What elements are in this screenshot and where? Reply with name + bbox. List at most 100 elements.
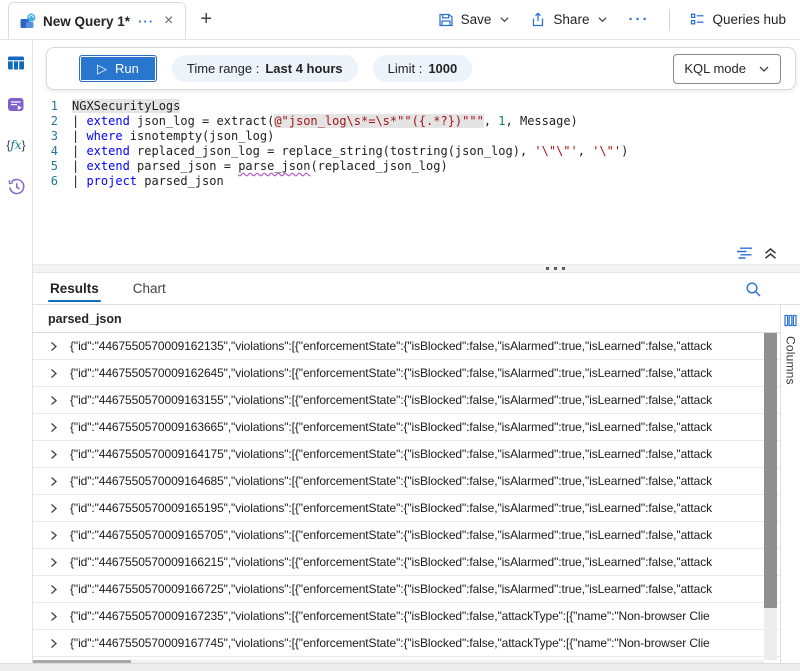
chevron-right-icon[interactable] (48, 476, 59, 487)
vertical-scrollbar-thumb[interactable] (764, 333, 777, 608)
history-clock-icon (7, 177, 26, 196)
table-row[interactable]: {"id":"4467550570009167235","violations"… (33, 603, 780, 630)
table-icon (7, 55, 25, 71)
table-row[interactable]: {"id":"4467550570009162645","violations"… (33, 360, 780, 387)
row-json-text: {"id":"4467550570009167745","violations"… (70, 636, 710, 650)
search-icon[interactable] (745, 281, 762, 298)
row-json-text: {"id":"4467550570009162645","violations"… (70, 366, 712, 380)
columns-side-panel[interactable]: Columns (780, 305, 800, 671)
queries-hub-icon (690, 12, 705, 27)
chevron-right-icon[interactable] (48, 395, 59, 406)
code-text: | extend replaced_json_log = replace_str… (72, 144, 628, 159)
table-row[interactable]: {"id":"4467550570009167745","violations"… (33, 630, 780, 657)
line-number: 1 (33, 99, 72, 114)
chevron-right-icon[interactable] (48, 368, 59, 379)
columns-panel-label: Columns (784, 336, 798, 385)
play-icon: ▷ (97, 61, 107, 77)
app-body: {fx} ▷ Run Time range : Last 4 hours (0, 40, 800, 671)
tab-chart[interactable]: Chart (131, 277, 168, 304)
sidebar-functions-button[interactable]: {fx} (6, 135, 26, 155)
panel-splitter-handle[interactable] (33, 264, 800, 273)
vertical-scrollbar[interactable] (764, 333, 777, 660)
tab-close-icon[interactable]: × (162, 13, 175, 29)
table-row[interactable]: {"id":"4467550570009165195","violations"… (33, 495, 780, 522)
chevron-right-icon[interactable] (48, 557, 59, 568)
table-row[interactable]: {"id":"4467550570009166215","violations"… (33, 549, 780, 576)
editor-line: 6 | project parsed_json (33, 174, 800, 189)
top-actions: Save Share ··· (438, 0, 800, 39)
save-chevron-down-icon (499, 14, 510, 25)
query-mode-value: KQL mode (684, 61, 746, 76)
mode-chevron-down-icon (758, 63, 770, 75)
new-tab-button[interactable]: + (186, 0, 226, 39)
time-range-label: Time range : (187, 61, 260, 76)
share-chevron-down-icon (597, 14, 608, 25)
editor-line: 1 NGXSecurityLogs (33, 99, 800, 114)
column-header-parsed-json[interactable]: parsed_json (33, 305, 780, 333)
chevron-right-icon[interactable] (48, 449, 59, 460)
share-icon (530, 12, 546, 28)
row-json-text: {"id":"4467550570009162135","violations"… (70, 339, 712, 353)
limit-value: 1000 (428, 61, 457, 76)
query-tab[interactable]: New Query 1* ··· × (8, 2, 186, 39)
time-range-value: Last 4 hours (265, 61, 342, 76)
editor-line: 4 | extend replaced_json_log = replace_s… (33, 144, 800, 159)
row-json-text: {"id":"4467550570009164685","violations"… (70, 474, 712, 488)
time-range-pill[interactable]: Time range : Last 4 hours (172, 55, 358, 82)
more-actions-button[interactable]: ··· (628, 11, 649, 28)
line-number: 2 (33, 114, 72, 129)
row-json-text: {"id":"4467550570009163155","violations"… (70, 393, 712, 407)
results-body: parsed_json {"id":"4467550570009162135",… (33, 304, 800, 671)
query-summary-icon[interactable] (736, 246, 753, 261)
row-json-text: {"id":"4467550570009167235","violations"… (70, 609, 710, 623)
row-json-text: {"id":"4467550570009166215","violations"… (70, 555, 712, 569)
chevron-right-icon[interactable] (48, 611, 59, 622)
chevron-right-icon[interactable] (48, 422, 59, 433)
limit-label: Limit : (388, 61, 423, 76)
tab-results[interactable]: Results (48, 277, 101, 304)
chevron-right-icon[interactable] (48, 503, 59, 514)
save-label: Save (461, 12, 492, 27)
functions-icon: {fx} (6, 138, 25, 152)
limit-pill[interactable]: Limit : 1000 (373, 55, 473, 82)
save-icon (438, 12, 454, 28)
table-row[interactable]: {"id":"4467550570009165705","violations"… (33, 522, 780, 549)
table-row[interactable]: {"id":"4467550570009166725","violations"… (33, 576, 780, 603)
share-button[interactable]: Share (530, 12, 608, 28)
table-row[interactable]: {"id":"4467550570009163665","violations"… (33, 414, 780, 441)
table-row[interactable]: {"id":"4467550570009164175","violations"… (33, 441, 780, 468)
query-editor[interactable]: 1 NGXSecurityLogs 2 | extend json_log = … (33, 90, 800, 242)
run-label: Run (115, 61, 139, 76)
line-number: 6 (33, 174, 72, 189)
code-text: | where isnotempty(json_log) (72, 129, 274, 144)
editor-line: 2 | extend json_log = extract(@"json_log… (33, 114, 800, 129)
chevron-right-icon[interactable] (48, 341, 59, 352)
share-label: Share (553, 12, 589, 27)
chevron-right-icon[interactable] (48, 530, 59, 541)
line-number: 5 (33, 159, 72, 174)
editor-tools (33, 242, 800, 264)
table-row[interactable]: {"id":"4467550570009163155","violations"… (33, 387, 780, 414)
table-row[interactable]: {"id":"4467550570009164685","violations"… (33, 468, 780, 495)
table-row[interactable]: {"id":"4467550570009162135","violations"… (33, 333, 780, 360)
row-json-text: {"id":"4467550570009165195","violations"… (70, 501, 712, 515)
row-json-text: {"id":"4467550570009163665","violations"… (70, 420, 712, 434)
query-toolbar: ▷ Run Time range : Last 4 hours Limit : … (46, 47, 796, 90)
sidebar-history-button[interactable] (6, 176, 26, 196)
sidebar-querysets-button[interactable] (6, 94, 26, 114)
queries-hub-button[interactable]: Queries hub (690, 12, 786, 27)
chevron-right-icon[interactable] (48, 584, 59, 595)
chevron-right-icon[interactable] (48, 638, 59, 649)
save-button[interactable]: Save (438, 12, 511, 28)
collapse-editor-icon[interactable] (763, 246, 778, 261)
queries-hub-label: Queries hub (712, 12, 786, 27)
query-mode-dropdown[interactable]: KQL mode (673, 54, 781, 84)
sidebar-tables-button[interactable] (6, 53, 26, 73)
tab-more-icon[interactable]: ··· (137, 15, 155, 28)
run-button[interactable]: ▷ Run (79, 55, 157, 82)
left-sidebar: {fx} (0, 40, 33, 671)
actions-divider (669, 9, 670, 31)
row-json-text: {"id":"4467550570009165705","violations"… (70, 528, 712, 542)
line-number: 4 (33, 144, 72, 159)
results-grid: parsed_json {"id":"4467550570009162135",… (33, 305, 780, 671)
